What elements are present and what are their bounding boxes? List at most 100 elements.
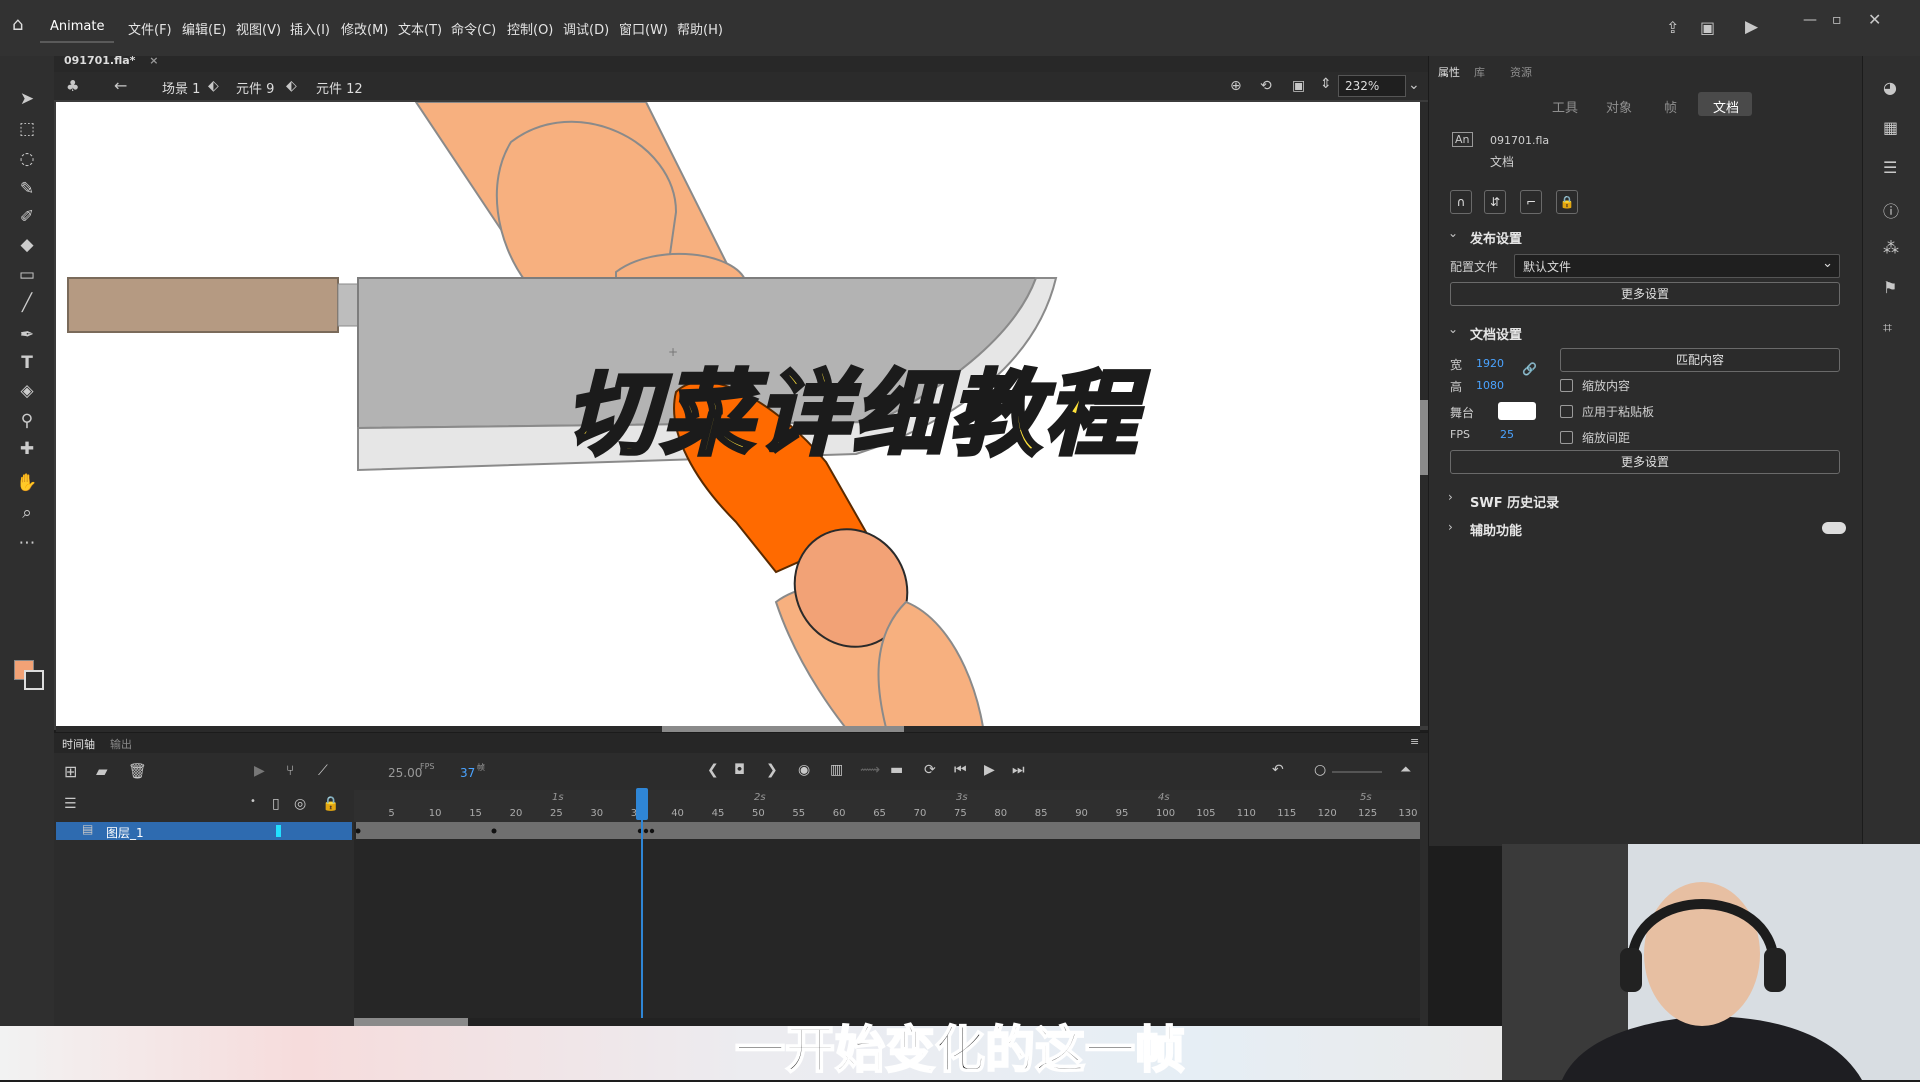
outline-icon[interactable]: ▯ xyxy=(272,796,280,812)
step-forward-icon[interactable]: ⏭ xyxy=(1012,762,1025,778)
frame-range-icon[interactable]: ▬ xyxy=(890,762,903,778)
swf-history-header[interactable]: SWF 历史记录 xyxy=(1470,492,1559,511)
scale-spacing-checkbox[interactable] xyxy=(1560,431,1573,444)
brush-icon[interactable]: ✎ xyxy=(16,178,38,200)
tween-icon[interactable]: ⟿ xyxy=(860,762,880,778)
accessibility-header[interactable]: 辅助功能 xyxy=(1470,520,1522,539)
test-movie-icon[interactable]: ▶ xyxy=(1745,17,1758,37)
clip-canvas-icon[interactable]: ▣ xyxy=(1292,78,1305,94)
document-settings-header[interactable]: 文档设置 xyxy=(1470,324,1522,343)
code-snippets-icon[interactable]: ⚑ xyxy=(1883,278,1897,297)
share-icon[interactable]: ⇪ xyxy=(1666,18,1679,37)
snap-icon[interactable]: ∩ xyxy=(1450,190,1472,214)
accessibility-toggle[interactable] xyxy=(1822,522,1846,534)
workspace-icon[interactable]: ▣ xyxy=(1700,18,1715,37)
pen-icon[interactable]: ✒ xyxy=(16,324,38,346)
height-field[interactable]: 1080 xyxy=(1476,379,1504,392)
menu-modify[interactable]: 修改(M) xyxy=(341,19,388,38)
info-panel-icon[interactable]: ⓘ xyxy=(1883,198,1899,222)
home-icon[interactable]: ⌂ xyxy=(12,16,30,34)
playhead-handle[interactable] xyxy=(636,788,648,820)
match-content-button[interactable]: 匹配内容 xyxy=(1560,348,1840,372)
publish-settings-header[interactable]: 发布设置 xyxy=(1470,228,1522,247)
visibility-icon[interactable]: ◎ xyxy=(294,796,306,812)
rectangle-icon[interactable]: ▭ xyxy=(16,264,38,286)
layer-parenting-icon[interactable]: ⑂ xyxy=(286,763,294,779)
chevron-right-icon[interactable]: › xyxy=(1448,520,1453,534)
motion-presets-icon[interactable]: ⁂ xyxy=(1883,238,1899,257)
menu-commands[interactable]: 命令(C) xyxy=(451,19,496,38)
zoom-field[interactable]: 232% xyxy=(1338,75,1406,97)
apply-pasteboard-checkbox[interactable] xyxy=(1560,405,1573,418)
tab-close-icon[interactable]: × xyxy=(149,54,158,67)
chevron-down-icon[interactable]: ⌄ xyxy=(1448,226,1458,240)
zoom-stepper-icon[interactable]: ⇕ xyxy=(1320,76,1332,92)
layer-name[interactable]: 图层_1 xyxy=(106,824,144,841)
playhead[interactable] xyxy=(641,790,643,1018)
link-icon[interactable]: 🔗 xyxy=(1522,362,1537,376)
paint-bucket-icon[interactable]: ◈ xyxy=(16,380,38,402)
selection-tool-icon[interactable]: ➤ xyxy=(16,88,38,110)
timeline-scroll-thumb[interactable] xyxy=(354,1018,468,1026)
menu-control[interactable]: 控制(O) xyxy=(507,19,553,38)
tab-object[interactable]: 对象 xyxy=(1606,97,1632,116)
new-layer-icon[interactable]: ⊞ xyxy=(64,762,77,781)
menu-edit[interactable]: 编辑(E) xyxy=(182,19,226,38)
paint-brush-icon[interactable]: ✐ xyxy=(16,206,38,228)
delete-layer-icon[interactable]: 🗑 xyxy=(128,762,147,780)
stage-vertical-scroll-thumb[interactable] xyxy=(1420,400,1428,475)
chevron-down-icon[interactable]: ⌄ xyxy=(1448,322,1458,336)
tab-tool[interactable]: 工具 xyxy=(1552,97,1578,116)
step-back-icon[interactable]: ⏮ xyxy=(954,762,967,778)
layer-row[interactable]: ▤ 图层_1 xyxy=(56,822,352,840)
zoom-icon[interactable]: ⌕ xyxy=(16,502,38,524)
back-arrow-icon[interactable]: ← xyxy=(114,76,127,95)
frame-size-slider-icon[interactable]: ○ xyxy=(1314,762,1326,778)
menu-help[interactable]: 帮助(H) xyxy=(677,19,723,38)
insert-keyframe-icon[interactable]: ◘ xyxy=(734,762,745,778)
scale-content-checkbox[interactable] xyxy=(1560,379,1573,392)
menu-insert[interactable]: 插入(I) xyxy=(290,19,330,38)
tab-output[interactable]: 输出 xyxy=(110,736,132,752)
document-tab[interactable]: 091701.fla* × xyxy=(56,52,159,68)
more-tools-icon[interactable]: ⋯ xyxy=(16,532,38,554)
color-panel-icon[interactable]: ◕ xyxy=(1883,78,1897,97)
chevron-right-icon[interactable]: › xyxy=(1448,490,1453,504)
frames-area[interactable] xyxy=(354,822,1420,1018)
tab-properties[interactable]: 属性 xyxy=(1438,64,1460,80)
menu-debug[interactable]: 调试(D) xyxy=(563,19,609,38)
zoom-dropdown-icon[interactable]: ⌄ xyxy=(1408,77,1420,93)
eraser-icon[interactable]: ◆ xyxy=(16,234,38,256)
graph-icon[interactable]: ⟋ xyxy=(318,763,328,779)
line-icon[interactable]: ╱ xyxy=(16,292,38,314)
menu-text[interactable]: 文本(T) xyxy=(398,19,442,38)
stage-symbol-icon[interactable]: ♣ xyxy=(66,77,79,95)
maximize-icon[interactable]: ▫ xyxy=(1832,12,1842,28)
free-transform-icon[interactable]: ⬚ xyxy=(16,118,38,140)
text-tool-icon[interactable]: T xyxy=(16,352,38,374)
fps-field[interactable]: 25 xyxy=(1500,428,1514,441)
breadcrumb-symbol-12[interactable]: 元件 12 xyxy=(316,78,363,97)
align-panel-icon[interactable]: ☰ xyxy=(1883,158,1897,177)
new-folder-icon[interactable]: ▰ xyxy=(96,762,108,780)
menu-view[interactable]: 视图(V) xyxy=(236,19,281,38)
next-keyframe-icon[interactable]: ❯ xyxy=(766,762,778,778)
lock-icon[interactable]: 🔒 xyxy=(322,796,339,812)
tab-assets[interactable]: 资源 xyxy=(1510,64,1532,80)
hand-icon[interactable]: ✋ xyxy=(16,472,38,494)
stroke-color-swatch[interactable] xyxy=(24,670,44,690)
minimize-icon[interactable]: — xyxy=(1803,12,1817,28)
more-settings-button[interactable]: 更多设置 xyxy=(1450,282,1840,306)
profile-select[interactable]: 默认文件 ⌄ xyxy=(1514,254,1840,278)
camera-icon[interactable]: ▶ xyxy=(254,763,265,779)
breadcrumb-scene[interactable]: 场景 1 xyxy=(162,78,200,97)
stage-color-swatch[interactable] xyxy=(1498,402,1536,420)
lasso-icon[interactable]: ◌ xyxy=(16,148,38,170)
menu-file[interactable]: 文件(F) xyxy=(128,19,172,38)
current-frame[interactable]: 37 xyxy=(460,766,475,780)
transform-panel-icon[interactable]: ⌗ xyxy=(1883,318,1892,338)
tab-library[interactable]: 库 xyxy=(1474,64,1485,80)
edit-multiple-frames-icon[interactable]: ▥ xyxy=(830,762,843,778)
fps-value[interactable]: 25.00 xyxy=(388,766,422,780)
panel-menu-icon[interactable]: ≡ xyxy=(1410,735,1419,748)
